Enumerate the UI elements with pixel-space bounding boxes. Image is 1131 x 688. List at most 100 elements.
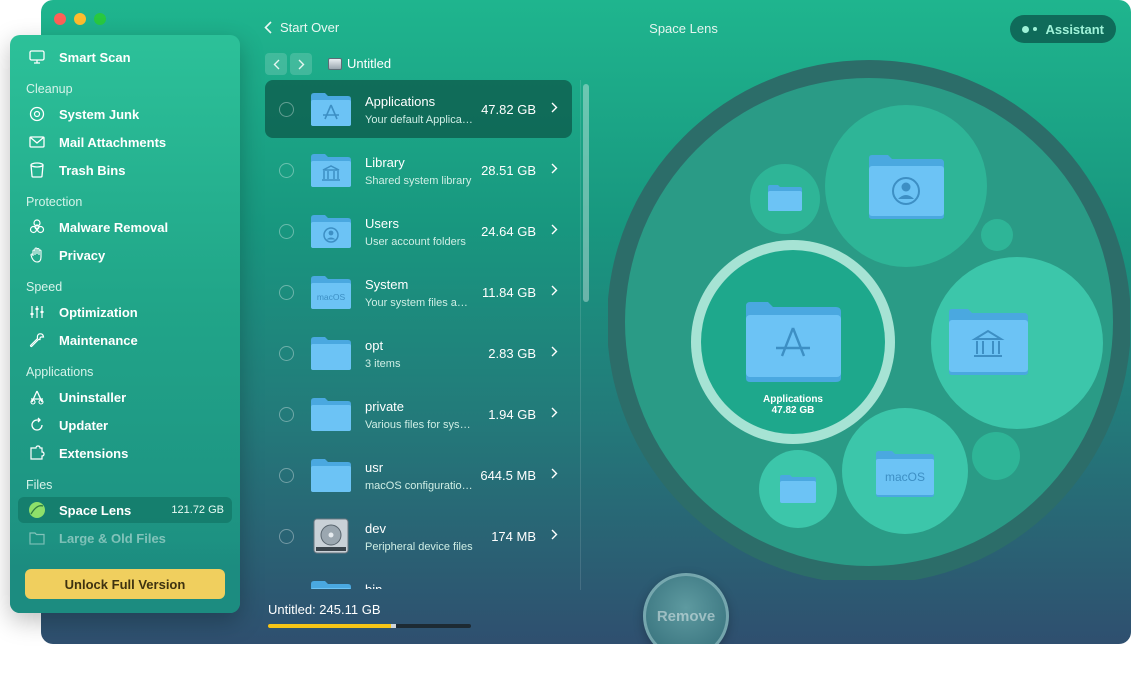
- sidebar-item-smart-scan[interactable]: Smart Scan: [18, 44, 232, 70]
- chevron-right-icon[interactable]: [551, 407, 558, 418]
- file-name: bin: [365, 582, 382, 589]
- list-item[interactable]: dev Peripheral device files 174 MB: [265, 507, 572, 565]
- bubble-tiny-item[interactable]: [981, 219, 1013, 251]
- assistant-label: Assistant: [1045, 21, 1104, 37]
- sidebar-item-label: Optimization: [59, 304, 138, 320]
- file-description: Shared system library: [365, 175, 472, 187]
- bubble-opt-folder[interactable]: [759, 450, 837, 528]
- file-name: Users: [365, 216, 399, 231]
- file-name: dev: [365, 521, 386, 536]
- user-folder-icon: [311, 215, 351, 248]
- file-size: 11.84 GB: [482, 285, 536, 300]
- chevron-right-icon[interactable]: [551, 285, 558, 296]
- disk-usage-bar: [268, 624, 471, 628]
- chevron-right-icon[interactable]: [551, 102, 558, 113]
- sidebar-item-uninstaller[interactable]: Uninstaller: [18, 384, 232, 410]
- list-item[interactable]: Users User account folders 24.64 GB: [265, 202, 572, 260]
- file-description: 3 items: [365, 358, 401, 370]
- list-item[interactable]: usr macOS configuration files 644.5 MB: [265, 446, 572, 504]
- sidebar-item-label: Malware Removal: [59, 219, 169, 235]
- sidebar-item-maintenance[interactable]: Maintenance: [18, 327, 232, 353]
- sidebar-item-space-lens[interactable]: Space Lens 121.72 GB: [18, 497, 232, 523]
- svg-text:macOS: macOS: [885, 470, 925, 484]
- bubble-users[interactable]: [825, 105, 987, 267]
- macos-folder-icon: macOS: [311, 276, 351, 309]
- chevron-right-icon[interactable]: [551, 346, 558, 357]
- list-item[interactable]: Library Shared system library 28.51 GB: [265, 141, 572, 199]
- sidebar-item-label: Space Lens: [59, 502, 132, 518]
- file-name: usr: [365, 460, 384, 475]
- select-checkbox[interactable]: [279, 224, 294, 239]
- select-checkbox[interactable]: [279, 102, 294, 117]
- sidebar: Smart Scan Cleanup System Junk Mail Atta…: [10, 35, 240, 613]
- sidebar-item-mail-attachments[interactable]: Mail Attachments: [18, 129, 232, 155]
- chevron-right-icon[interactable]: [551, 224, 558, 235]
- folder-icon: [311, 398, 351, 431]
- file-size: 2.83 GB: [488, 346, 536, 361]
- bubble-small-folder[interactable]: [750, 164, 820, 234]
- select-checkbox[interactable]: [279, 529, 294, 544]
- scrollbar-thumb[interactable]: [583, 84, 589, 302]
- file-description: macOS configuration files: [365, 480, 473, 492]
- remove-button[interactable]: Remove: [643, 573, 729, 644]
- file-name: Applications: [365, 94, 436, 109]
- file-name: opt: [365, 338, 384, 353]
- disk-usage-fill: [268, 624, 396, 628]
- unlock-full-version-button[interactable]: Unlock Full Version: [25, 569, 225, 599]
- breadcrumb[interactable]: Untitled: [328, 56, 391, 71]
- sidebar-item-label: Maintenance: [59, 332, 138, 348]
- folder-icon: [311, 459, 351, 492]
- sidebar-item-trash-bins[interactable]: Trash Bins: [18, 157, 232, 183]
- hand-icon: [28, 246, 46, 264]
- file-size: 174 MB: [491, 529, 536, 544]
- sliders-icon: [28, 303, 46, 321]
- select-checkbox[interactable]: [279, 285, 294, 300]
- select-checkbox[interactable]: [279, 407, 294, 422]
- library-folder-icon: [311, 154, 351, 187]
- file-size: 24.64 GB: [481, 224, 536, 239]
- select-checkbox[interactable]: [279, 468, 294, 483]
- chevron-right-icon[interactable]: [551, 163, 558, 174]
- sidebar-item-label: Updater: [59, 417, 109, 433]
- chevron-right-icon[interactable]: [551, 468, 558, 479]
- section-cleanup: Cleanup: [26, 82, 73, 96]
- chevron-right-icon[interactable]: [551, 529, 558, 540]
- section-protection: Protection: [26, 195, 83, 209]
- bubble-system[interactable]: macOS: [842, 408, 968, 534]
- sidebar-item-extensions[interactable]: Extensions: [18, 440, 232, 466]
- svg-text:macOS: macOS: [317, 292, 346, 302]
- bubble-tiny-item-2[interactable]: [972, 432, 1020, 480]
- monitor-icon: [28, 48, 46, 66]
- space-lens-icon: [28, 501, 46, 519]
- sidebar-item-privacy[interactable]: Privacy: [18, 242, 232, 268]
- sidebar-item-label: Mail Attachments: [59, 134, 167, 150]
- section-applications: Applications: [26, 365, 94, 379]
- sidebar-item-label: Extensions: [59, 445, 129, 461]
- breadcrumb-current: Untitled: [347, 56, 392, 71]
- select-checkbox[interactable]: [279, 346, 294, 361]
- assistant-button[interactable]: Assistant: [1010, 15, 1116, 43]
- select-checkbox[interactable]: [279, 163, 294, 178]
- folder-icon: [311, 581, 351, 589]
- sidebar-item-malware-removal[interactable]: Malware Removal: [18, 214, 232, 240]
- section-files: Files: [26, 478, 53, 492]
- file-description: Various files for system: [365, 419, 473, 431]
- nav-forward-button[interactable]: [290, 53, 312, 75]
- list-item[interactable]: private Various files for system 1.94 GB: [265, 385, 572, 443]
- window-title: Space Lens: [649, 21, 718, 36]
- nav-back-button[interactable]: [265, 53, 287, 75]
- file-name: System: [365, 277, 409, 292]
- bubble-applications-size: 47.82 GB: [772, 405, 815, 416]
- sidebar-item-updater[interactable]: Updater: [18, 412, 232, 438]
- bubble-library[interactable]: [931, 257, 1103, 429]
- list-item[interactable]: opt 3 items 2.83 GB: [265, 324, 572, 382]
- mail-icon: [28, 133, 46, 151]
- sidebar-item-system-junk[interactable]: System Junk: [18, 101, 232, 127]
- sidebar-item-optimization[interactable]: Optimization: [18, 299, 232, 325]
- list-item[interactable]: bin: [265, 568, 572, 589]
- biohazard-icon: [28, 218, 46, 236]
- list-item[interactable]: Applications Your default Applications f…: [265, 80, 572, 138]
- trash-icon: [28, 161, 46, 179]
- list-item[interactable]: macOS System Your system files and folde…: [265, 263, 572, 321]
- bubble-applications[interactable]: Applications 47.82 GB: [691, 240, 895, 444]
